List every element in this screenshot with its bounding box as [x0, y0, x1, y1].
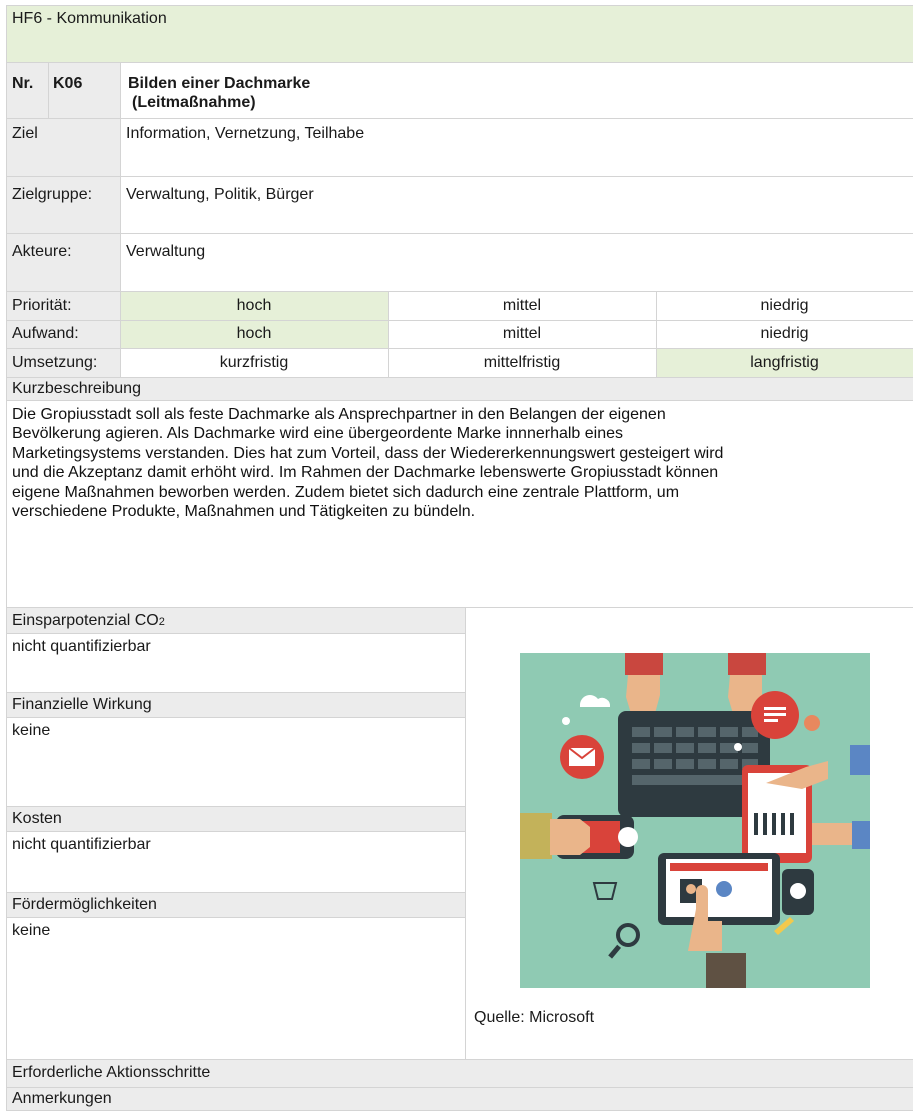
- description-line: eigene Maßnahmen beworben werden. Zudem …: [12, 483, 680, 501]
- kurzbeschreibung-text: Die Gropiusstadt soll als feste Dachmark…: [12, 405, 910, 521]
- description-line: Bevölkerung agieren. Als Dachmarke wird …: [12, 425, 624, 443]
- grid-line: [6, 62, 913, 63]
- co2-label: Einsparpotenzial CO2: [12, 612, 165, 629]
- grid-line: [6, 377, 913, 378]
- foerder-label: Fördermöglichkeiten: [12, 896, 157, 913]
- co2-subscript: 2: [158, 616, 165, 628]
- grid-line: [6, 291, 913, 292]
- grid-line: [6, 1059, 913, 1060]
- kurzbeschreibung-header: [6, 377, 913, 400]
- zielgruppe-label: Zielgruppe:: [12, 186, 93, 203]
- grid-line: [6, 400, 913, 401]
- kosten-header: [6, 806, 465, 831]
- ziel-label: Ziel: [12, 125, 38, 142]
- communication-illustration: [520, 653, 870, 988]
- grid-line: [48, 62, 49, 118]
- description-line: und die Akzeptanz damit erhöht wird. Im …: [12, 464, 719, 482]
- kosten-label: Kosten: [12, 810, 62, 827]
- prioritaet-label: Priorität:: [12, 297, 72, 314]
- grid-line: [656, 291, 657, 377]
- grid-line: [6, 320, 913, 321]
- grid-line: [6, 233, 913, 234]
- grid-line: [6, 5, 7, 1111]
- zielgruppe-value: Verwaltung, Politik, Bürger: [126, 186, 314, 203]
- measure-subtitle: (Leitmaßnahme): [132, 94, 256, 111]
- aufwand-label: Aufwand:: [12, 325, 79, 342]
- umsetzung-option-2: mittelfristig: [483, 354, 561, 371]
- grid-line: [465, 607, 466, 1059]
- grid-line: [6, 717, 465, 718]
- grid-line: [6, 892, 465, 893]
- akteure-value: Verwaltung: [126, 243, 206, 260]
- kosten-value: nicht quantifizierbar: [12, 836, 151, 853]
- grid-line: [6, 607, 913, 608]
- co2-value: nicht quantifizierbar: [12, 638, 151, 655]
- foerder-value: keine: [12, 922, 51, 939]
- grid-line: [6, 633, 465, 634]
- grid-line: [388, 291, 389, 377]
- kurzbeschreibung-label: Kurzbeschreibung: [12, 380, 141, 397]
- measure-title: Bilden einer Dachmarke: [128, 75, 311, 92]
- aufwand-option-3: niedrig: [760, 325, 809, 342]
- grid-line: [6, 118, 913, 119]
- section-title: HF6 - Kommunikation: [12, 10, 167, 27]
- description-line: Marketingsystems verstanden. Dies hat zu…: [12, 444, 724, 462]
- image-caption: Quelle: Microsoft: [474, 1009, 595, 1026]
- nr-label: Nr.: [12, 75, 34, 92]
- prioritaet-option-1: hoch: [236, 297, 272, 314]
- aktionsschritte-label: Erforderliche Aktionsschritte: [12, 1064, 211, 1081]
- grid-line: [6, 806, 465, 807]
- grid-line: [6, 5, 913, 6]
- aufwand-option-1: hoch: [236, 325, 272, 342]
- umsetzung-option-1: kurzfristig: [219, 354, 289, 371]
- umsetzung-label: Umsetzung:: [12, 354, 98, 371]
- prioritaet-option-3: niedrig: [760, 297, 809, 314]
- grid-line: [120, 62, 121, 377]
- anmerkungen-header: [6, 1088, 913, 1111]
- grid-line: [6, 692, 465, 693]
- grid-line: [6, 917, 465, 918]
- description-line: Die Gropiusstadt soll als feste Dachmark…: [12, 406, 666, 423]
- finanz-value: keine: [12, 722, 51, 739]
- grid-line: [6, 176, 913, 177]
- description-line: verschiedene Produkte, Maßnahmen und Tät…: [12, 503, 476, 521]
- finanz-label: Finanzielle Wirkung: [12, 696, 152, 713]
- anmerkungen-label: Anmerkungen: [12, 1090, 112, 1107]
- grid-line: [6, 1087, 913, 1088]
- grid-line: [6, 831, 465, 832]
- akteure-label: Akteure:: [12, 243, 72, 260]
- aufwand-option-2: mittel: [502, 325, 542, 342]
- umsetzung-option-3: langfristig: [750, 354, 819, 371]
- ziel-value: Information, Vernetzung, Teilhabe: [126, 125, 365, 142]
- grid-line: [6, 348, 913, 349]
- nr-value: K06: [53, 75, 83, 92]
- prioritaet-option-2: mittel: [502, 297, 542, 314]
